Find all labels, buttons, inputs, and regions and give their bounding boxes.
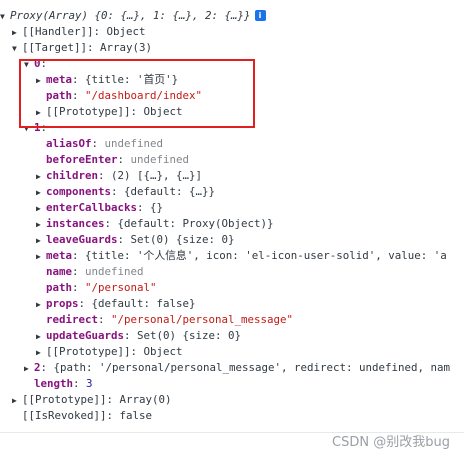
property-key: instances <box>46 217 105 230</box>
property-key: props <box>46 297 79 310</box>
property-value: undefined <box>130 153 190 166</box>
watermark: CSDN @别改我bug <box>332 435 450 450</box>
tree-row-16-name: name: undefined <box>36 264 144 280</box>
property-key: redirect <box>46 313 99 326</box>
separator: : <box>130 345 144 358</box>
property-value: {default: false} <box>91 297 196 310</box>
collapsed-arrow-icon[interactable]: ▶ <box>36 329 46 345</box>
property-key: aliasOf <box>46 137 92 150</box>
property-value: {} <box>150 201 164 214</box>
property-value: Array(3) <box>100 41 153 54</box>
separator: : <box>98 313 112 326</box>
collapsed-arrow-icon[interactable]: ▶ <box>36 233 46 249</box>
property-value: {title: '个人信息', icon: 'el-icon-user-soli… <box>85 249 447 262</box>
tree-row-1-handler[interactable]: ▶ [[Handler]]: Object <box>12 24 146 40</box>
property-value: {default: Proxy(Object)} <box>117 217 274 230</box>
tree-row-17-path: path: "/personal" <box>36 280 157 296</box>
property-value: 3 <box>86 377 93 390</box>
separator: : <box>111 185 125 198</box>
info-icon[interactable]: i <box>254 10 266 21</box>
highlight-box <box>19 59 255 128</box>
property-value: Set(0) {size: 0} <box>130 233 235 246</box>
property-value: {path: '/personal/personal_message', red… <box>53 361 451 374</box>
tree-row-21-prototype[interactable]: ▶ [[Prototype]]: Object <box>36 344 183 360</box>
collapsed-arrow-icon[interactable]: ▶ <box>12 393 22 409</box>
collapsed-arrow-icon[interactable]: ▶ <box>24 361 34 377</box>
separator: : <box>106 393 120 406</box>
property-key: path <box>46 281 73 294</box>
property-value: "/personal/personal_message" <box>111 313 294 326</box>
separator: : <box>117 233 131 246</box>
separator: : <box>73 377 87 390</box>
collapsed-arrow-icon[interactable]: ▶ <box>12 25 22 41</box>
property-value: {default: {…}} <box>124 185 216 198</box>
separator: : <box>78 297 92 310</box>
separator: : <box>87 41 101 54</box>
tree-row-0-root[interactable]: ▼ Proxy(Array) {0: {…}, 1: {…}, 2: {…}} i <box>0 8 266 24</box>
separator: : <box>117 153 131 166</box>
property-key: [[Prototype]] <box>22 393 107 406</box>
tree-row-15-meta[interactable]: ▶ meta: {title: '个人信息', icon: 'el-icon-us… <box>36 248 447 264</box>
tree-row-12-entercallbacks[interactable]: ▶ enterCallbacks: {} <box>36 200 163 216</box>
property-value: Object <box>106 25 146 38</box>
tree-row-23-length: length: 3 <box>24 376 93 392</box>
separator: : <box>106 409 120 422</box>
tree-row-20-updateguards[interactable]: ▶ updateGuards: Set(0) {size: 0} <box>36 328 241 344</box>
property-value: Object <box>143 345 183 358</box>
collapsed-arrow-icon[interactable]: ▶ <box>36 185 46 201</box>
separator: : <box>124 329 138 342</box>
property-value: Proxy(Array) {0: {…}, 1: {…}, 2: {…}} <box>10 9 251 22</box>
tree-row-11-components[interactable]: ▶ components: {default: {…}} <box>36 184 215 200</box>
property-key: length <box>34 377 74 390</box>
tree-row-22-2[interactable]: ▶ 2: {path: '/personal/personal_message',… <box>24 360 450 376</box>
property-key: [[IsRevoked]] <box>22 409 107 422</box>
property-key: [[Handler]] <box>22 25 94 38</box>
separator: : <box>40 361 54 374</box>
collapsed-arrow-icon[interactable]: ▶ <box>36 201 46 217</box>
collapsed-arrow-icon[interactable]: ▶ <box>36 217 46 233</box>
property-key: [[Target]] <box>22 41 88 54</box>
separator: : <box>137 201 151 214</box>
tree-row-14-leaveguards[interactable]: ▶ leaveGuards: Set(0) {size: 0} <box>36 232 235 248</box>
collapsed-arrow-icon[interactable]: ▶ <box>36 345 46 361</box>
separator: : <box>104 217 118 230</box>
tree-row-13-instances[interactable]: ▶ instances: {default: Proxy(Object)} <box>36 216 274 232</box>
property-value: Array(0) <box>119 393 172 406</box>
property-key: components <box>46 185 112 198</box>
property-value: undefined <box>104 137 164 150</box>
property-key: beforeEnter <box>46 153 118 166</box>
separator: : <box>72 265 86 278</box>
separator: : <box>91 137 105 150</box>
tree-row-2-target[interactable]: ▼ [[Target]]: Array(3) <box>12 40 152 56</box>
separator: : <box>72 249 86 262</box>
expanded-arrow-icon[interactable]: ▼ <box>12 41 22 57</box>
property-value: Set(0) {size: 0} <box>137 329 242 342</box>
expanded-arrow-icon[interactable]: ▼ <box>0 9 10 25</box>
tree-row-9-beforeenter: beforeEnter: undefined <box>36 152 189 168</box>
property-key: leaveGuards <box>46 233 118 246</box>
property-key: meta <box>46 249 73 262</box>
collapsed-arrow-icon[interactable]: ▶ <box>36 297 46 313</box>
tree-row-8-aliasof: aliasOf: undefined <box>36 136 163 152</box>
collapsed-arrow-icon[interactable]: ▶ <box>36 169 46 185</box>
tree-row-25-isrevoked: [[IsRevoked]]: false <box>12 408 152 424</box>
property-key: updateGuards <box>46 329 125 342</box>
separator: : <box>72 281 86 294</box>
separator: : <box>98 169 112 182</box>
tree-row-19-redirect: redirect: "/personal/personal_message" <box>36 312 293 328</box>
property-key: name <box>46 265 73 278</box>
collapsed-arrow-icon[interactable]: ▶ <box>36 249 46 265</box>
separator: : <box>93 25 107 38</box>
property-value: "/personal" <box>85 281 157 294</box>
property-value: undefined <box>85 265 144 278</box>
property-value: (2) [{…}, {…}] <box>111 169 203 182</box>
property-key: enterCallbacks <box>46 201 138 214</box>
tree-row-24-prototype[interactable]: ▶ [[Prototype]]: Array(0) <box>12 392 172 408</box>
property-value: false <box>119 409 153 422</box>
tree-row-10-children[interactable]: ▶ children: (2) [{…}, {…}] <box>36 168 202 184</box>
property-key: [[Prototype]] <box>46 345 131 358</box>
tree-row-18-props[interactable]: ▶ props: {default: false} <box>36 296 196 312</box>
property-key: children <box>46 169 99 182</box>
